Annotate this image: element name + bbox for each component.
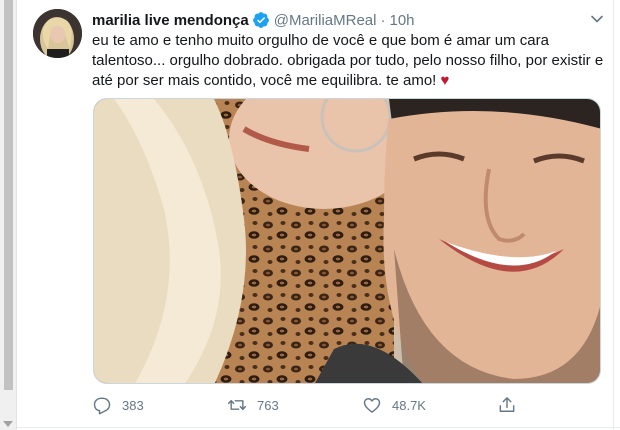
selfie-photo	[94, 99, 600, 383]
tweet-bottom-border	[17, 427, 620, 428]
scroll-down-arrow-icon[interactable]	[3, 421, 13, 427]
reply-icon	[93, 397, 111, 415]
vertical-scrollbar[interactable]	[0, 0, 17, 430]
scrollbar-thumb[interactable]	[4, 0, 13, 390]
verified-badge-icon	[252, 12, 269, 28]
tweet-actions: 383 763 48.7K	[92, 392, 532, 418]
retweet-count: 763	[257, 397, 279, 413]
column-divider	[613, 0, 614, 430]
author-handle[interactable]: @MariliaMReal	[274, 12, 377, 29]
like-button[interactable]: 48.7K	[362, 392, 426, 418]
reply-button[interactable]: 383	[92, 392, 144, 418]
retweet-button[interactable]: 763	[227, 392, 279, 418]
heart-icon	[363, 398, 381, 413]
retweet-icon	[227, 399, 247, 411]
share-button[interactable]	[497, 392, 527, 418]
reply-count: 383	[122, 397, 144, 413]
avatar-image	[33, 9, 82, 58]
like-count: 48.7K	[392, 397, 426, 413]
chevron-down-icon[interactable]	[589, 11, 605, 27]
share-icon	[499, 397, 515, 412]
tweet-photo[interactable]	[93, 98, 601, 384]
header-separator: ·	[380, 11, 386, 29]
avatar[interactable]	[33, 9, 82, 58]
display-name[interactable]: marilia live mendonça	[92, 12, 249, 29]
tweet-timestamp[interactable]: 10h	[389, 12, 414, 29]
tweet-text: eu te amo e tenho muito orgulho de você …	[92, 31, 604, 91]
red-heart-emoji: ♥	[440, 72, 450, 89]
tweet-header: marilia live mendonça @MariliaMReal · 10…	[92, 10, 600, 30]
tweet-body: eu te amo e tenho muito orgulho de você …	[92, 32, 604, 89]
